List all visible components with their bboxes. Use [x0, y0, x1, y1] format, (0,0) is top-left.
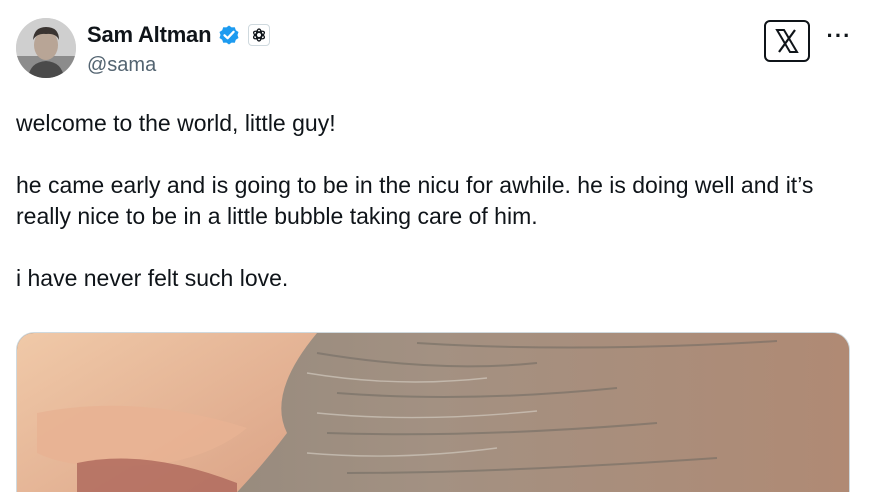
display-name[interactable]: Sam Altman [87, 22, 212, 48]
avatar[interactable] [16, 18, 76, 78]
tweet-paragraph: welcome to the world, little guy! [16, 110, 336, 136]
tweet-header: Sam Altman @sama ··· [16, 18, 856, 80]
tweet-text: welcome to the world, little guy! he cam… [16, 108, 856, 294]
more-options-button[interactable]: ··· [822, 23, 856, 48]
user-handle[interactable]: @sama [87, 54, 156, 77]
tweet-media-photo[interactable] [16, 332, 850, 492]
verified-badge-icon [217, 23, 241, 47]
photo-image [17, 333, 849, 492]
openai-logo-icon[interactable] [248, 24, 271, 46]
name-row: Sam Altman [87, 22, 271, 48]
x-logo-icon[interactable] [764, 20, 810, 62]
tweet-paragraph: he came early and is going to be in the … [16, 172, 814, 229]
tweet-paragraph: i have never felt such love. [16, 265, 289, 291]
avatar-image [16, 18, 76, 78]
